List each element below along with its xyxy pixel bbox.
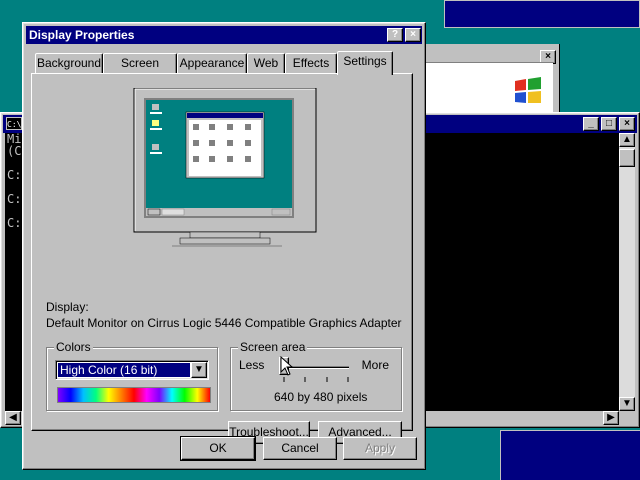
close-button[interactable]: × — [405, 28, 421, 42]
background-window-titlebar — [444, 0, 640, 28]
console-icon: C:\ — [6, 117, 22, 130]
tab-settings[interactable]: Settings — [337, 51, 393, 75]
display-adapter-text: Default Monitor on Cirrus Logic 5446 Com… — [46, 316, 402, 330]
scroll-left-icon[interactable]: ◀ — [5, 411, 21, 425]
cancel-button[interactable]: Cancel — [263, 437, 337, 460]
tab-background[interactable]: Background — [35, 53, 103, 73]
scroll-down-icon[interactable]: ▼ — [619, 397, 635, 411]
maximize-icon[interactable]: □ — [601, 117, 617, 131]
colors-group: Colors High Color (16 bit) ▼ — [46, 340, 218, 411]
dialog-titlebar[interactable]: Display Properties ? × — [26, 26, 422, 44]
apply-button[interactable]: Apply — [343, 437, 417, 460]
colors-selected-value: High Color (16 bit) — [57, 362, 191, 378]
display-label: Display: — [46, 300, 89, 314]
background-window — [500, 430, 640, 480]
console-scrollbar[interactable]: ▲ ▼ — [619, 133, 635, 411]
slider-ticks — [283, 377, 349, 382]
ok-button[interactable]: OK — [180, 436, 256, 461]
tab-effects[interactable]: Effects — [285, 53, 337, 73]
screen-area-group-label: Screen area — [238, 340, 308, 354]
tab-appearance[interactable]: Appearance — [177, 53, 247, 73]
scroll-right-icon[interactable]: ▶ — [603, 411, 619, 425]
windows-logo-icon — [515, 77, 541, 103]
display-properties-dialog: Display Properties ? × Background Screen… — [22, 22, 426, 470]
monitor-preview-icon — [133, 88, 317, 247]
background-window: × — [420, 44, 560, 114]
screen-area-value: 640 by 480 pixels — [274, 390, 368, 404]
minimize-icon[interactable]: _ — [583, 117, 599, 131]
mouse-cursor-icon — [280, 356, 294, 376]
tab-screen-saver[interactable]: Screen Saver — [103, 53, 177, 88]
color-spectrum-bar — [57, 387, 211, 403]
settings-panel: Display: Default Monitor on Cirrus Logic… — [31, 73, 413, 444]
close-icon[interactable]: × — [619, 117, 635, 131]
cancel-button-label: Cancel — [281, 441, 319, 455]
dialog-title: Display Properties — [29, 28, 135, 42]
background-window-content — [420, 62, 553, 114]
colors-dropdown[interactable]: High Color (16 bit) ▼ — [55, 360, 209, 380]
apply-button-label: Apply — [364, 441, 396, 455]
colors-group-label: Colors — [54, 340, 93, 354]
less-label: Less — [239, 358, 265, 372]
scroll-up-icon[interactable]: ▲ — [619, 133, 635, 147]
help-button[interactable]: ? — [387, 28, 403, 42]
tab-web[interactable]: Web — [247, 53, 285, 73]
more-label: More — [361, 358, 389, 372]
scroll-thumb[interactable] — [619, 149, 635, 167]
chevron-down-icon[interactable]: ▼ — [191, 362, 207, 378]
screen-area-group: Screen area Less More 640 by 480 pixels — [230, 340, 402, 411]
ok-button-label: OK — [209, 441, 227, 455]
